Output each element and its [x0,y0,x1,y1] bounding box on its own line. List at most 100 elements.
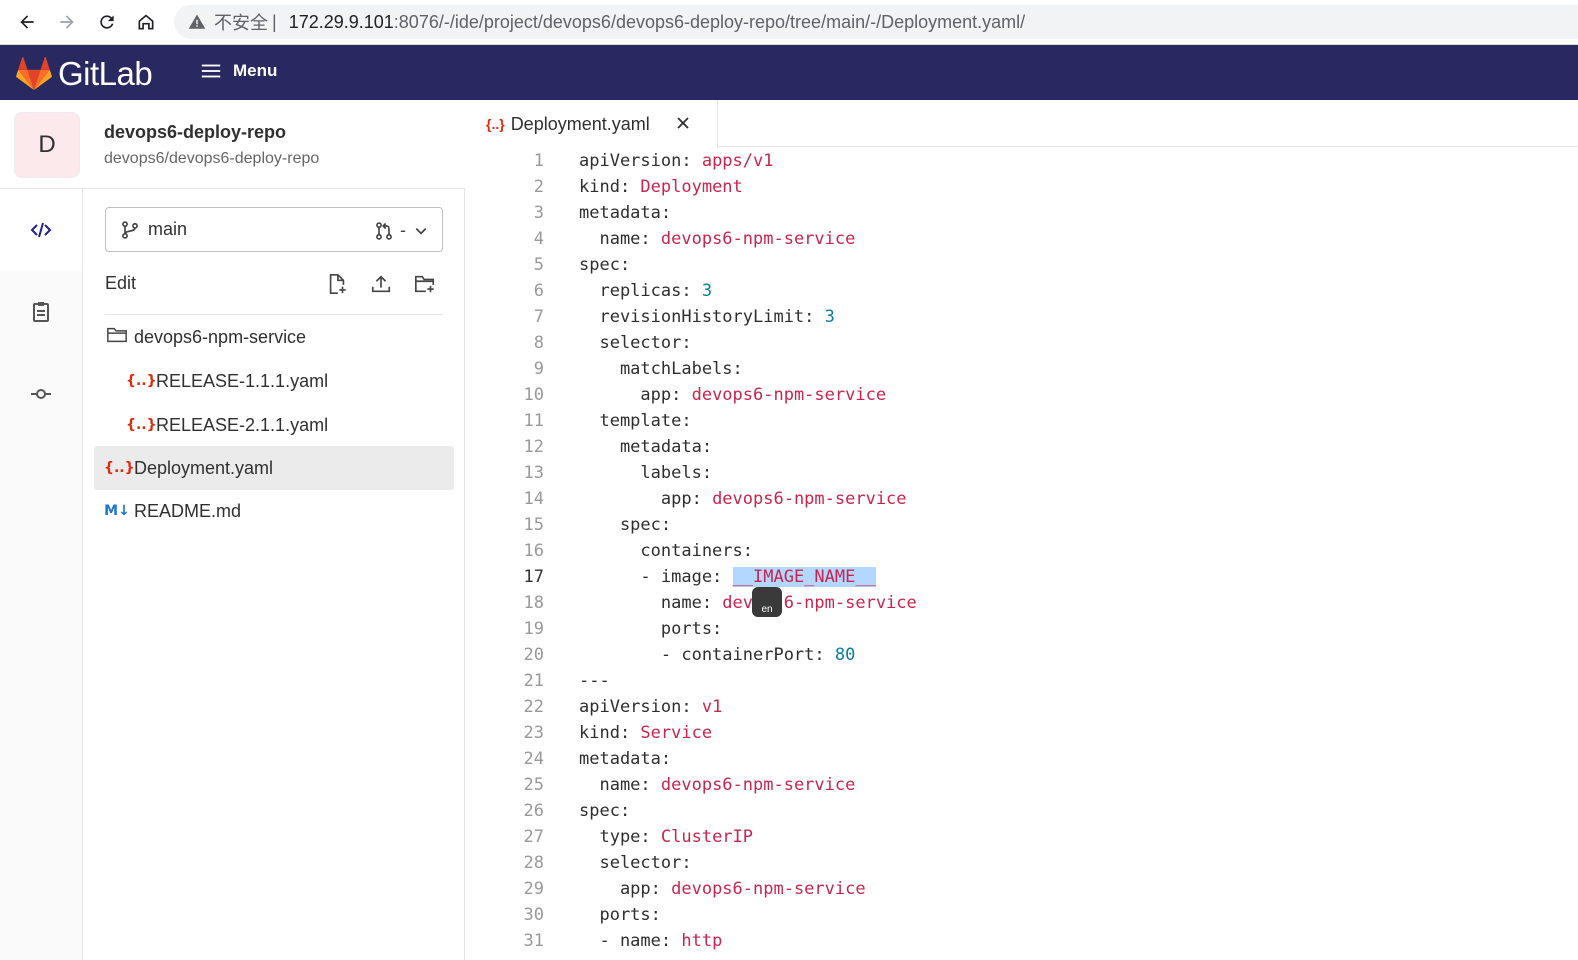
code-text: ports: [579,619,723,639]
code-line[interactable]: 14 app: devops6-npm-service [466,486,1578,512]
project-path: devops6/devops6-deploy-repo [104,150,320,167]
url-host: 172.29.9.101 [288,11,394,32]
code-line[interactable]: 6 replicas: 3 [466,278,1578,304]
ime-indicator: en [752,587,782,617]
code-text: apiVersion: apps/v1 [579,151,774,171]
url-path: :8076/-/ide/project/devops6/devops6-depl… [393,11,1026,32]
code-line[interactable]: 12 metadata: [466,434,1578,460]
line-number: 6 [533,281,544,301]
code-line[interactable]: 31 - name: http [466,928,1578,954]
forward-button[interactable] [53,8,81,36]
code-text: ports: [579,905,661,925]
reload-button[interactable] [93,8,121,36]
new-directory-button[interactable] [403,269,447,299]
code-line[interactable]: 4 name: devops6-npm-service [466,226,1578,252]
code-line[interactable]: 22 apiVersion: v1 [466,694,1578,720]
code-line[interactable]: 16 containers: [466,538,1578,564]
line-number: 3 [533,203,544,223]
tree-item-label: RELEASE-1.1.1.yaml [156,370,329,391]
code-line[interactable]: 8 selector: [466,330,1578,356]
tree-item-folder[interactable]: devops6-npm-service [94,315,454,359]
address-bar[interactable]: 不安全 | 172.29.9.101 :8076/-/ide/project/d… [174,5,1578,39]
line-number: 23 [523,723,544,743]
code-line[interactable]: 25 name: devops6-npm-service [466,772,1578,798]
code-line[interactable]: 28 selector: [466,850,1578,876]
project-header: D devops6-deploy-repo devops6/devops6-de… [0,100,465,189]
code-text: - name: http [579,931,723,951]
gitlab-header: GitLab Menu [0,45,1578,100]
code-line[interactable]: 15 spec: [466,512,1578,538]
project-name[interactable]: devops6-deploy-repo [104,122,286,143]
code-line[interactable]: 29 app: devops6-npm-service [466,876,1578,902]
editor-tabs: {..} Deployment.yaml [466,100,1578,148]
hamburger-icon [201,64,221,78]
code-line[interactable]: 5 spec: [466,252,1578,278]
tree-item-file-active[interactable]: {..} Deployment.yaml [94,446,454,490]
tab-label: Deployment.yaml [510,113,650,134]
code-text: app: devops6-npm-service [579,385,887,405]
line-number: 7 [533,307,544,327]
code-line[interactable]: 26 spec: [466,798,1578,824]
code-text: --- [579,671,610,691]
code-line[interactable]: 2 kind: Deployment [466,174,1578,200]
line-number: 10 [523,385,544,405]
line-number: 29 [523,879,544,899]
tree-item-file[interactable]: M↓ README.md [94,489,454,533]
branch-selector[interactable]: main - [105,207,443,252]
merge-request-selector[interactable]: - [374,220,428,241]
commit-mode-button[interactable] [0,353,82,435]
merge-request-label: - [400,220,406,240]
insecure-label: 不安全 [214,13,268,33]
code-line[interactable]: 21 --- [466,668,1578,694]
tree-item-file[interactable]: {..} RELEASE-1.1.1.yaml [94,359,454,403]
code-line[interactable]: 3 metadata: [466,200,1578,226]
code-line[interactable]: 9 matchLabels: [466,356,1578,382]
close-icon[interactable] [673,113,693,133]
yaml-file-icon: {..} [486,116,505,132]
code-line[interactable]: 1 apiVersion: apps/v1 [466,148,1578,174]
code-line[interactable]: 23 kind: Service [466,720,1578,746]
line-number: 2 [533,177,544,197]
menu-label: Menu [233,61,278,80]
code-line[interactable]: 20 - containerPort: 80 [466,642,1578,668]
code-line[interactable]: 27 type: ClusterIP [466,824,1578,850]
upload-file-button[interactable] [359,269,403,299]
edit-mode-button[interactable] [0,189,82,271]
line-number: 11 [523,411,544,431]
editor-tab-deployment-yaml[interactable]: {..} Deployment.yaml [466,100,718,148]
line-number: 19 [523,619,544,639]
code-text: type: ClusterIP [579,827,754,847]
back-button[interactable] [13,8,41,36]
code-text: spec: [579,255,631,275]
line-number: 12 [523,437,544,457]
code-text: apiVersion: v1 [579,697,723,717]
tree-item-file[interactable]: {..} RELEASE-2.1.1.yaml [94,403,454,447]
project-avatar[interactable]: D [14,112,80,178]
browser-toolbar: 不安全 | 172.29.9.101 :8076/-/ide/project/d… [0,0,1578,45]
code-line[interactable]: 13 labels: [466,460,1578,486]
edit-label: Edit [105,273,137,293]
code-line[interactable]: 17 - image: __IMAGE_NAME__ [466,564,1578,590]
code-text: replicas: 3 [579,281,713,301]
code-text: - containerPort: 80 [579,645,856,665]
code-text: metadata: [579,749,672,769]
code-line[interactable]: 10 app: devops6-npm-service [466,382,1578,408]
code-icon [30,222,52,238]
code-line[interactable]: 19 ports: [466,616,1578,642]
code-line[interactable]: 30 ports: [466,902,1578,928]
code-editor[interactable]: 1 apiVersion: apps/v1 2 kind: Deployment 3 me… [466,148,1578,960]
markdown-file-icon: M↓ [104,503,130,519]
code-line[interactable]: 7 revisionHistoryLimit: 3 [466,304,1578,330]
code-text: app: devops6-npm-service [579,489,907,509]
menu-button[interactable]: Menu [200,60,277,82]
line-number: 16 [523,541,544,561]
home-button[interactable] [132,8,160,36]
new-file-button[interactable] [315,269,359,299]
code-line[interactable]: 18 name: devops6-npm-service [466,590,1578,616]
tree-toolbar: Edit [105,269,443,315]
branch-name: main [148,219,188,239]
code-line[interactable]: 24 metadata: [466,746,1578,772]
review-mode-button[interactable] [0,271,82,353]
gitlab-logo[interactable]: GitLab [16,55,153,93]
code-line[interactable]: 11 template: [466,408,1578,434]
